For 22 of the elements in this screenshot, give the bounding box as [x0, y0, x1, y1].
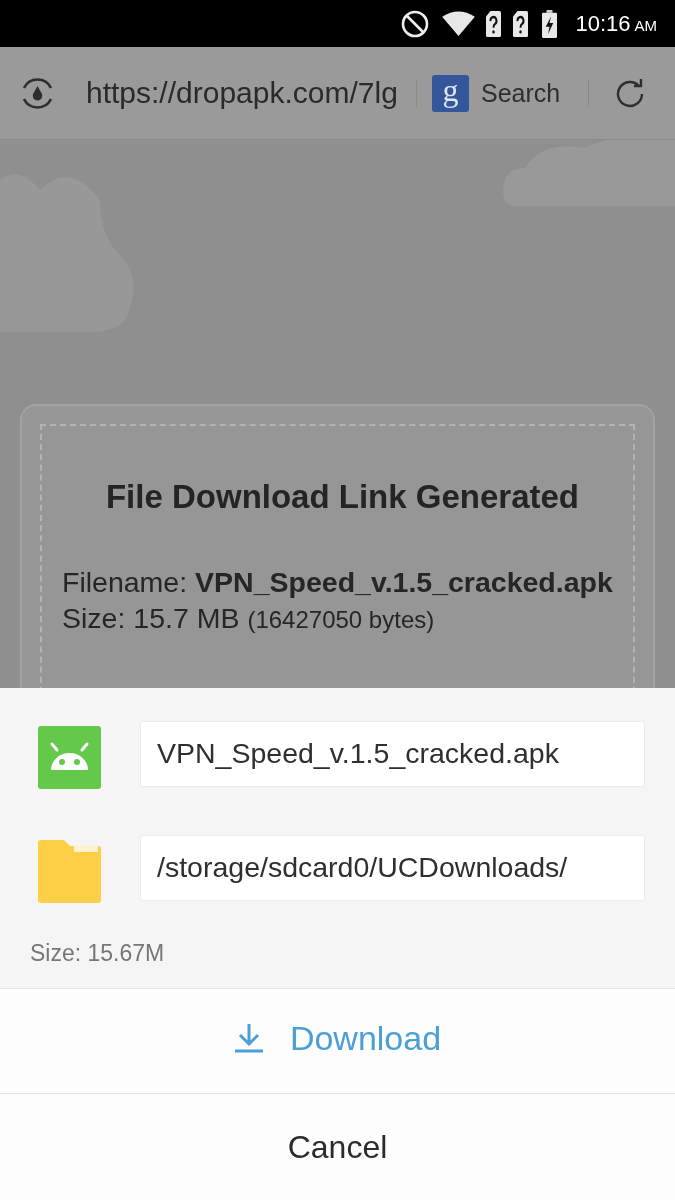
download-icon [233, 1023, 264, 1053]
filename-field[interactable]: VPN_Speed_v.1.5_cracked.apk [140, 720, 645, 787]
card-title: File Download Link Generated [104, 478, 581, 516]
android-icon [38, 726, 101, 789]
droplet-icon[interactable] [20, 75, 55, 111]
filename-text: Filename: VPN_Speed_v.1.5_cracked.apk [62, 565, 614, 600]
refresh-icon[interactable] [615, 78, 646, 108]
size-text: Size: 15.7 MB [62, 601, 240, 636]
search-button[interactable]: g Search [432, 74, 561, 112]
do-not-disturb-icon [401, 9, 430, 38]
url-field[interactable]: https://dropapk.com/7lg [86, 76, 416, 110]
byte-count-text: (16427050 bytes) [247, 605, 435, 635]
folder-icon [38, 840, 101, 903]
wifi-icon [442, 11, 476, 36]
am-pm-label: AM [634, 17, 657, 34]
clock-time: 10:16 [575, 10, 631, 37]
sim-card-icon [486, 10, 502, 37]
search-engine-logo: g [432, 74, 469, 112]
file-size-text: Size: 15.67M [30, 940, 166, 967]
sim-card-icon [513, 10, 529, 37]
battery-charging-icon [542, 9, 558, 38]
path-field[interactable]: /storage/sdcard0/UCDownloads/ [140, 834, 645, 901]
